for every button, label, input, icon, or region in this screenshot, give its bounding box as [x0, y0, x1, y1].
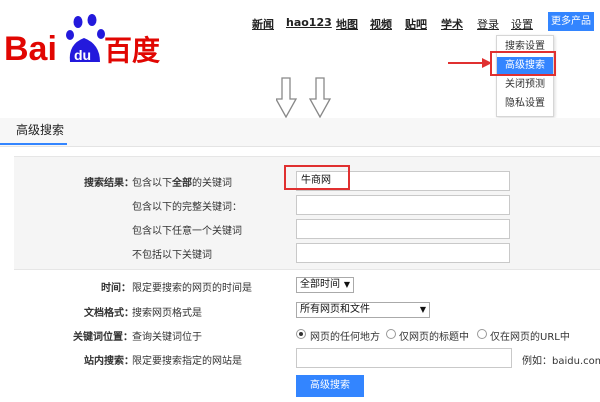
nav-login[interactable]: 登录 [477, 16, 499, 32]
exclude-keyword-input[interactable] [296, 243, 510, 263]
chevron-down-icon: ▼ [343, 280, 350, 289]
down-arrows-icon [276, 77, 332, 119]
radio-anywhere-label: 网页的任何地方 [310, 332, 380, 343]
site-search-example: 例如：baidu.com [522, 356, 600, 367]
more-products-button[interactable]: 更多产品 [548, 12, 594, 31]
any-keyword-input[interactable] [296, 219, 510, 239]
keyword-position-label: 关键词位置： [73, 332, 133, 343]
radio-title-label: 仅网页的标题中 [399, 332, 469, 343]
tab-strip [0, 118, 600, 147]
format-select[interactable]: 所有网页和文件 ▼ [296, 302, 430, 318]
any-keyword-label: 包含以下任意一个关键词 [132, 226, 242, 237]
logo-text-bai: Bai [4, 30, 57, 68]
site-search-desc: 限定要搜索指定的网站是 [132, 356, 242, 367]
exclude-keyword-label: 不包括以下关键词 [132, 250, 212, 261]
tab-advanced-search[interactable]: 高级搜索 [16, 121, 64, 138]
site-search-label: 站内搜索： [84, 356, 134, 367]
radio-anywhere[interactable] [296, 329, 306, 339]
logo-text-cn: 百度 [104, 34, 160, 67]
nav-news[interactable]: 新闻 [252, 16, 274, 32]
format-select-value: 所有网页和文件 [300, 304, 370, 315]
baidu-logo[interactable]: Bai du 百度 [4, 6, 174, 68]
search-result-label: 搜索结果： [84, 178, 134, 189]
advanced-search-highlight-box [490, 51, 556, 76]
exact-phrase-label: 包含以下的完整关键词： [132, 202, 242, 213]
chevron-down-icon: ▼ [419, 305, 426, 314]
nav-hao123[interactable]: hao123 [286, 16, 332, 32]
exact-phrase-input[interactable] [296, 195, 510, 215]
red-arrow-icon [448, 58, 492, 68]
radio-url-label: 仅在网页的URL中 [490, 332, 570, 343]
site-search-input[interactable] [296, 348, 512, 368]
menu-item-privacy-settings[interactable]: 隐私设置 [497, 95, 553, 113]
keyword-position-desc: 查询关键词位于 [132, 332, 202, 343]
nav-video[interactable]: 视频 [370, 16, 392, 32]
nav-settings[interactable]: 设置 [511, 16, 533, 32]
time-select[interactable]: 全部时间 ▼ [296, 277, 354, 293]
keyword-highlight-box [284, 165, 350, 190]
logo-text-du: du [74, 47, 91, 63]
tab-active-indicator [0, 143, 67, 145]
nav-map[interactable]: 地图 [336, 16, 358, 32]
time-select-value: 全部时间 [300, 279, 340, 290]
format-label: 文档格式： [84, 308, 134, 319]
contain-all-label: 包含以下全部的关键词 [132, 178, 232, 189]
format-desc: 搜索网页格式是 [132, 308, 202, 319]
nav-tieba[interactable]: 贴吧 [405, 16, 427, 32]
time-label: 时间： [101, 283, 131, 294]
radio-url[interactable] [477, 329, 487, 339]
advanced-search-submit-button[interactable]: 高级搜索 [296, 375, 364, 397]
time-desc: 限定要搜索的网页的时间是 [132, 283, 252, 294]
nav-xueshu[interactable]: 学术 [441, 16, 463, 32]
settings-dropdown: 搜索设置 高级搜索 关闭预测 隐私设置 [496, 35, 554, 117]
radio-title[interactable] [386, 329, 396, 339]
menu-item-close-prediction[interactable]: 关闭预测 [497, 76, 553, 94]
